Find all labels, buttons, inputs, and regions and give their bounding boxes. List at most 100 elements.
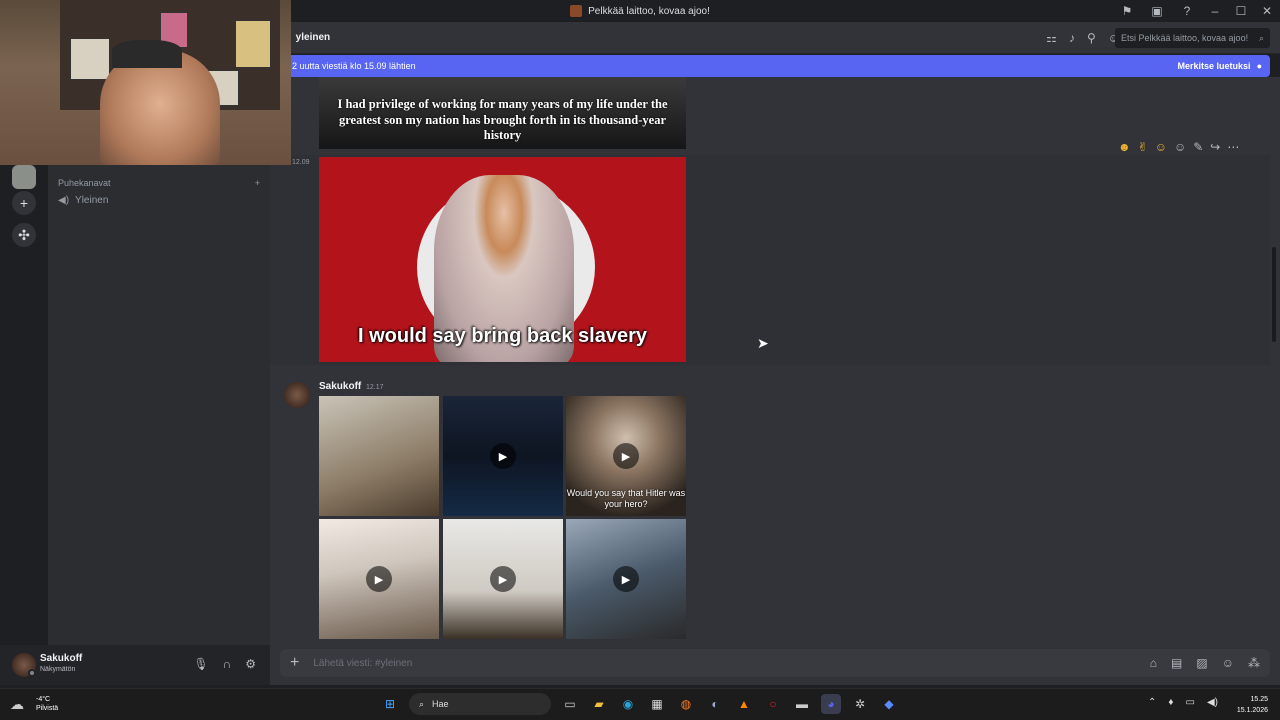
new-messages-text: 2 uutta viestiä klo 15.09 lähtien — [292, 61, 416, 71]
system-tray: ⌃ ♦ ▭ ◀) — [1148, 697, 1218, 708]
start-icon[interactable]: ⊞ — [380, 694, 400, 714]
headphones-icon[interactable]: ∩ — [223, 657, 232, 671]
server-list: + ✣ — [0, 165, 48, 645]
clock-time: 15.25 — [1250, 696, 1268, 703]
message-image[interactable]: I would say bring back slavery — [319, 157, 686, 362]
ok-hand-emoji-icon[interactable]: ✌ — [1138, 140, 1148, 154]
store-icon[interactable]: ▦ — [647, 694, 667, 714]
help-icon[interactable]: ? — [1172, 4, 1202, 18]
screen-icon[interactable]: ▣ — [1142, 4, 1172, 18]
weather-desc: Pilvistä — [36, 705, 59, 712]
search-icon: ⌕ — [1258, 33, 1264, 43]
add-reaction-icon[interactable]: ☺ — [1174, 140, 1186, 154]
window-title: Pelkkää laittoo, kovaa ajoo! — [570, 5, 710, 17]
play-icon: ▶ — [490, 566, 516, 592]
app-icon[interactable]: ◆ — [879, 694, 899, 714]
discord-icon[interactable]: ◕ — [821, 694, 841, 714]
media-tile[interactable]: ▶ — [319, 519, 439, 639]
chevron-up-icon[interactable]: ⌃ — [1148, 697, 1156, 708]
status-indicator — [28, 669, 36, 677]
webcam-overlay — [0, 0, 291, 165]
task-view-icon[interactable]: ▭ — [560, 694, 580, 714]
play-icon: ▶ — [490, 443, 516, 469]
display-icon[interactable]: ▭ — [1186, 697, 1195, 708]
media-grid: ▶ ▶ Would you say that Hitler was your h… — [319, 396, 687, 645]
message-placeholder: Lähetä viesti: #yleinen — [313, 657, 413, 669]
message-timestamp: 12.17 — [366, 384, 384, 391]
channel-label: Yleinen — [75, 195, 109, 206]
maximize-button[interactable]: ☐ — [1228, 4, 1254, 18]
weather-widget[interactable]: ☁ -4°C Pilvistä — [10, 695, 58, 713]
emoji-icon[interactable]: ☺ — [1222, 656, 1234, 670]
message-author[interactable]: Sakukoff — [319, 381, 361, 392]
media-tile[interactable]: ▶ — [443, 519, 563, 639]
media-tile[interactable]: ▶ Would you say that Hitler was your her… — [566, 396, 686, 516]
scrollbar[interactable] — [1272, 247, 1276, 342]
taskbar-search[interactable]: ⌕ Hae — [409, 693, 551, 715]
message-actions: ☻ ✌ ☺ ☺ ✎ ↪ ⋯ — [1118, 140, 1240, 154]
mark-read-label: Merkitse luetuksi — [1177, 61, 1251, 71]
media-tile[interactable]: ▶ — [566, 519, 686, 639]
edge-icon[interactable]: ◉ — [618, 694, 638, 714]
server-icon — [570, 5, 583, 17]
volume-icon[interactable]: ◀) — [1207, 697, 1218, 708]
channel-header: ‹ yleinen ⚏ ♪ ⚲ ☺ Etsi Pelkkää laittoo, … — [270, 22, 1280, 54]
sidebar-item-yleinen[interactable]: ◀) Yleinen — [58, 195, 108, 206]
forward-icon[interactable]: ↪ — [1210, 140, 1220, 154]
clock-date: 15.1.2026 — [1236, 707, 1268, 714]
media-tile[interactable]: ▶ — [443, 396, 563, 516]
user-status: Näkymätön — [40, 666, 76, 673]
heart-eyes-emoji-icon[interactable]: ☻ — [1118, 140, 1131, 154]
gift-icon[interactable]: ⌂ — [1150, 656, 1157, 670]
pin-icon[interactable]: ⚲ — [1087, 31, 1096, 45]
explore-icon[interactable]: ✣ — [12, 223, 36, 247]
close-button[interactable]: ✕ — [1254, 4, 1280, 18]
channel-sidebar: Puhekanavat + ◀) Yleinen — [48, 165, 270, 645]
add-channel-icon[interactable]: + — [255, 178, 260, 188]
minimize-button[interactable]: – — [1202, 4, 1228, 18]
category-header[interactable]: Puhekanavat + — [58, 178, 260, 188]
firefox-icon[interactable]: ◍ — [676, 694, 696, 714]
weather-temp: -4°C — [36, 696, 51, 703]
mark-read-button[interactable]: Merkitse luetuksi ● — [1178, 61, 1262, 71]
app-icon[interactable]: ✲ — [850, 694, 870, 714]
message-list[interactable]: I had privilege of working for many year… — [270, 77, 1280, 645]
microphone-icon[interactable]: ♦ — [1168, 697, 1173, 708]
user-panel: Sakukoff Näkymätön 🎙︎ ∩ ⚙ — [0, 645, 270, 685]
mark-read-icon: ● — [1256, 61, 1262, 71]
media-tile[interactable] — [319, 396, 439, 516]
threads-icon[interactable]: ⚏ — [1046, 31, 1057, 45]
new-messages-bar[interactable]: 2 uutta viestiä klo 15.09 lähtien Merkit… — [284, 55, 1270, 77]
settings-icon[interactable]: ⚙ — [245, 657, 256, 671]
username[interactable]: Sakukoff — [40, 653, 82, 664]
microphone-icon[interactable]: 🎙︎ — [193, 657, 208, 671]
inbox-icon[interactable]: ⚑ — [1112, 4, 1142, 18]
composer-area: + Lähetä viesti: #yleinen ⌂ ▤ ▨ ☺ ⁂ — [270, 645, 1280, 685]
add-server-icon[interactable]: + — [12, 191, 36, 215]
opera-icon[interactable]: ○ — [763, 694, 783, 714]
search-icon: ⌕ — [419, 698, 425, 709]
message-timestamp: 12.09 — [292, 159, 310, 166]
laugh-emoji-icon[interactable]: ☺ — [1155, 140, 1167, 154]
file-explorer-icon[interactable]: ▰ — [589, 694, 609, 714]
message-input[interactable]: + Lähetä viesti: #yleinen ⌂ ▤ ▨ ☺ ⁂ — [280, 649, 1270, 677]
search-label: Hae — [432, 699, 449, 709]
message-image[interactable]: I had privilege of working for many year… — [319, 77, 686, 149]
sticker-icon[interactable]: ▨ — [1196, 656, 1207, 670]
clock[interactable]: 15.25 15.1.2026 — [1237, 694, 1268, 716]
category-label: Puhekanavat — [58, 178, 111, 188]
edit-icon[interactable]: ✎ — [1193, 140, 1203, 154]
image-caption: I would say bring back slavery — [357, 325, 647, 347]
gif-icon[interactable]: ▤ — [1171, 656, 1182, 670]
attach-icon[interactable]: + — [290, 654, 299, 672]
apps-icon[interactable]: ⁂ — [1248, 656, 1260, 670]
bell-icon[interactable]: ♪ — [1069, 31, 1075, 45]
avatar[interactable] — [284, 382, 310, 408]
search-input[interactable]: Etsi Pelkkää laittoo, kovaa ajoo! ⌕ — [1115, 28, 1270, 48]
server-avatar[interactable] — [12, 165, 36, 189]
terminal-icon[interactable]: ▬ — [792, 694, 812, 714]
steam-icon[interactable]: ◐ — [705, 694, 725, 714]
vlc-icon[interactable]: ▲ — [734, 694, 754, 714]
more-icon[interactable]: ⋯ — [1227, 140, 1239, 154]
play-icon: ▶ — [613, 566, 639, 592]
